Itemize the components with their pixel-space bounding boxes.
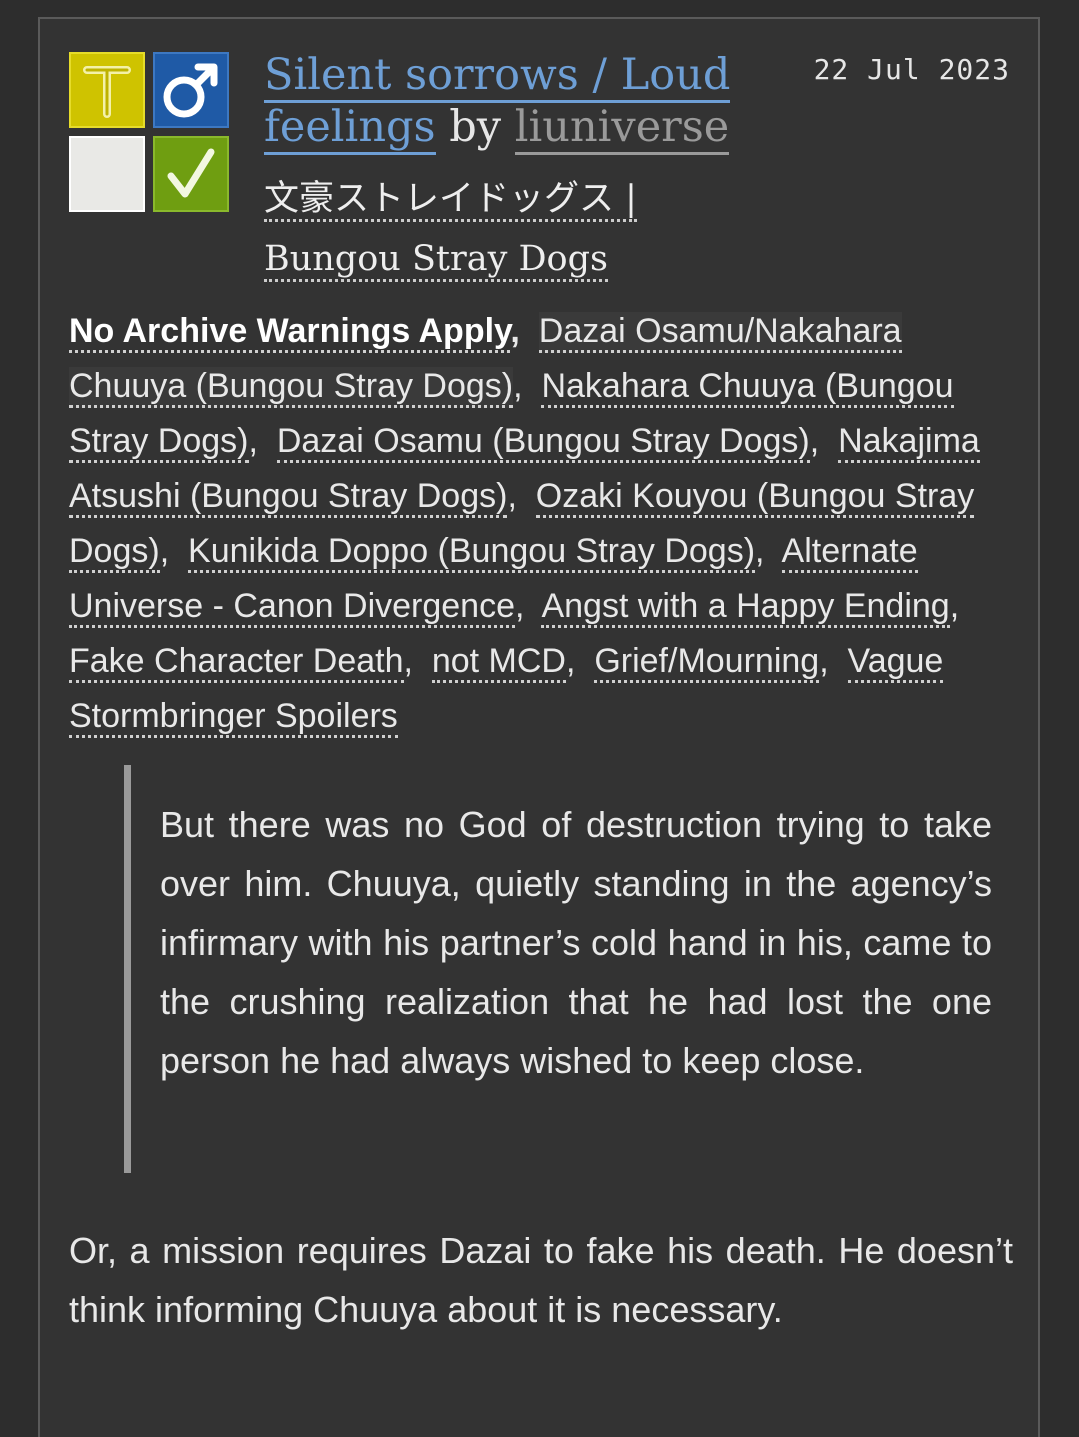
publish-date: 22 Jul 2023 <box>813 53 1010 86</box>
tag-freeform[interactable]: not MCD <box>431 642 566 683</box>
by-label: by <box>449 102 502 152</box>
tag-warning[interactable]: No Archive Warnings Apply <box>69 312 511 353</box>
tag-separator: , <box>159 532 189 570</box>
tag-list: No Archive Warnings Apply, Dazai Osamu/N… <box>69 304 1019 744</box>
fandom-tags: 文豪ストレイドッグス | Bungou Stray Dogs <box>264 169 724 289</box>
tag-freeform[interactable]: Grief/Mourning <box>594 642 820 683</box>
work-blurb: 22 Jul 2023 Silent sorrows / Loud feelin… <box>38 17 1040 1437</box>
work-heading: Silent sorrows / Loud feelings by liuniv… <box>264 49 824 155</box>
warnings-none-icon[interactable] <box>69 136 145 212</box>
tag-separator: , <box>514 587 542 625</box>
fandom-link[interactable]: 文豪ストレイドッグス | Bungou Stray Dogs <box>264 179 637 282</box>
tag-character[interactable]: Dazai Osamu (Bungou Stray Dogs) <box>276 422 810 463</box>
tag-freeform[interactable]: Fake Character Death <box>69 642 404 683</box>
author-link[interactable]: liuniverse <box>514 102 730 155</box>
tag-separator: , <box>513 367 542 405</box>
summary-text: Or, a mission requires Dazai to fake his… <box>69 1230 1013 1330</box>
tag-separator: , <box>819 642 848 680</box>
tag-separator: , <box>949 587 969 625</box>
tag-separator: , <box>507 477 536 515</box>
tag-separator: , <box>510 312 539 350</box>
tag-character[interactable]: Kunikida Doppo (Bungou Stray Dogs) <box>188 532 756 573</box>
tag-separator: , <box>755 532 782 570</box>
required-tags <box>69 52 229 212</box>
tag-separator: , <box>248 422 277 460</box>
tag-freeform[interactable]: Angst with a Happy Ending <box>541 587 950 628</box>
summary-quote: But there was no God of destruction tryi… <box>124 765 992 1173</box>
rating-teen-icon[interactable] <box>69 52 145 128</box>
category-mm-icon[interactable] <box>153 52 229 128</box>
tag-separator: , <box>809 422 839 460</box>
tag-separator: , <box>565 642 595 680</box>
complete-check-icon[interactable] <box>153 136 229 212</box>
tag-separator: , <box>403 642 432 680</box>
